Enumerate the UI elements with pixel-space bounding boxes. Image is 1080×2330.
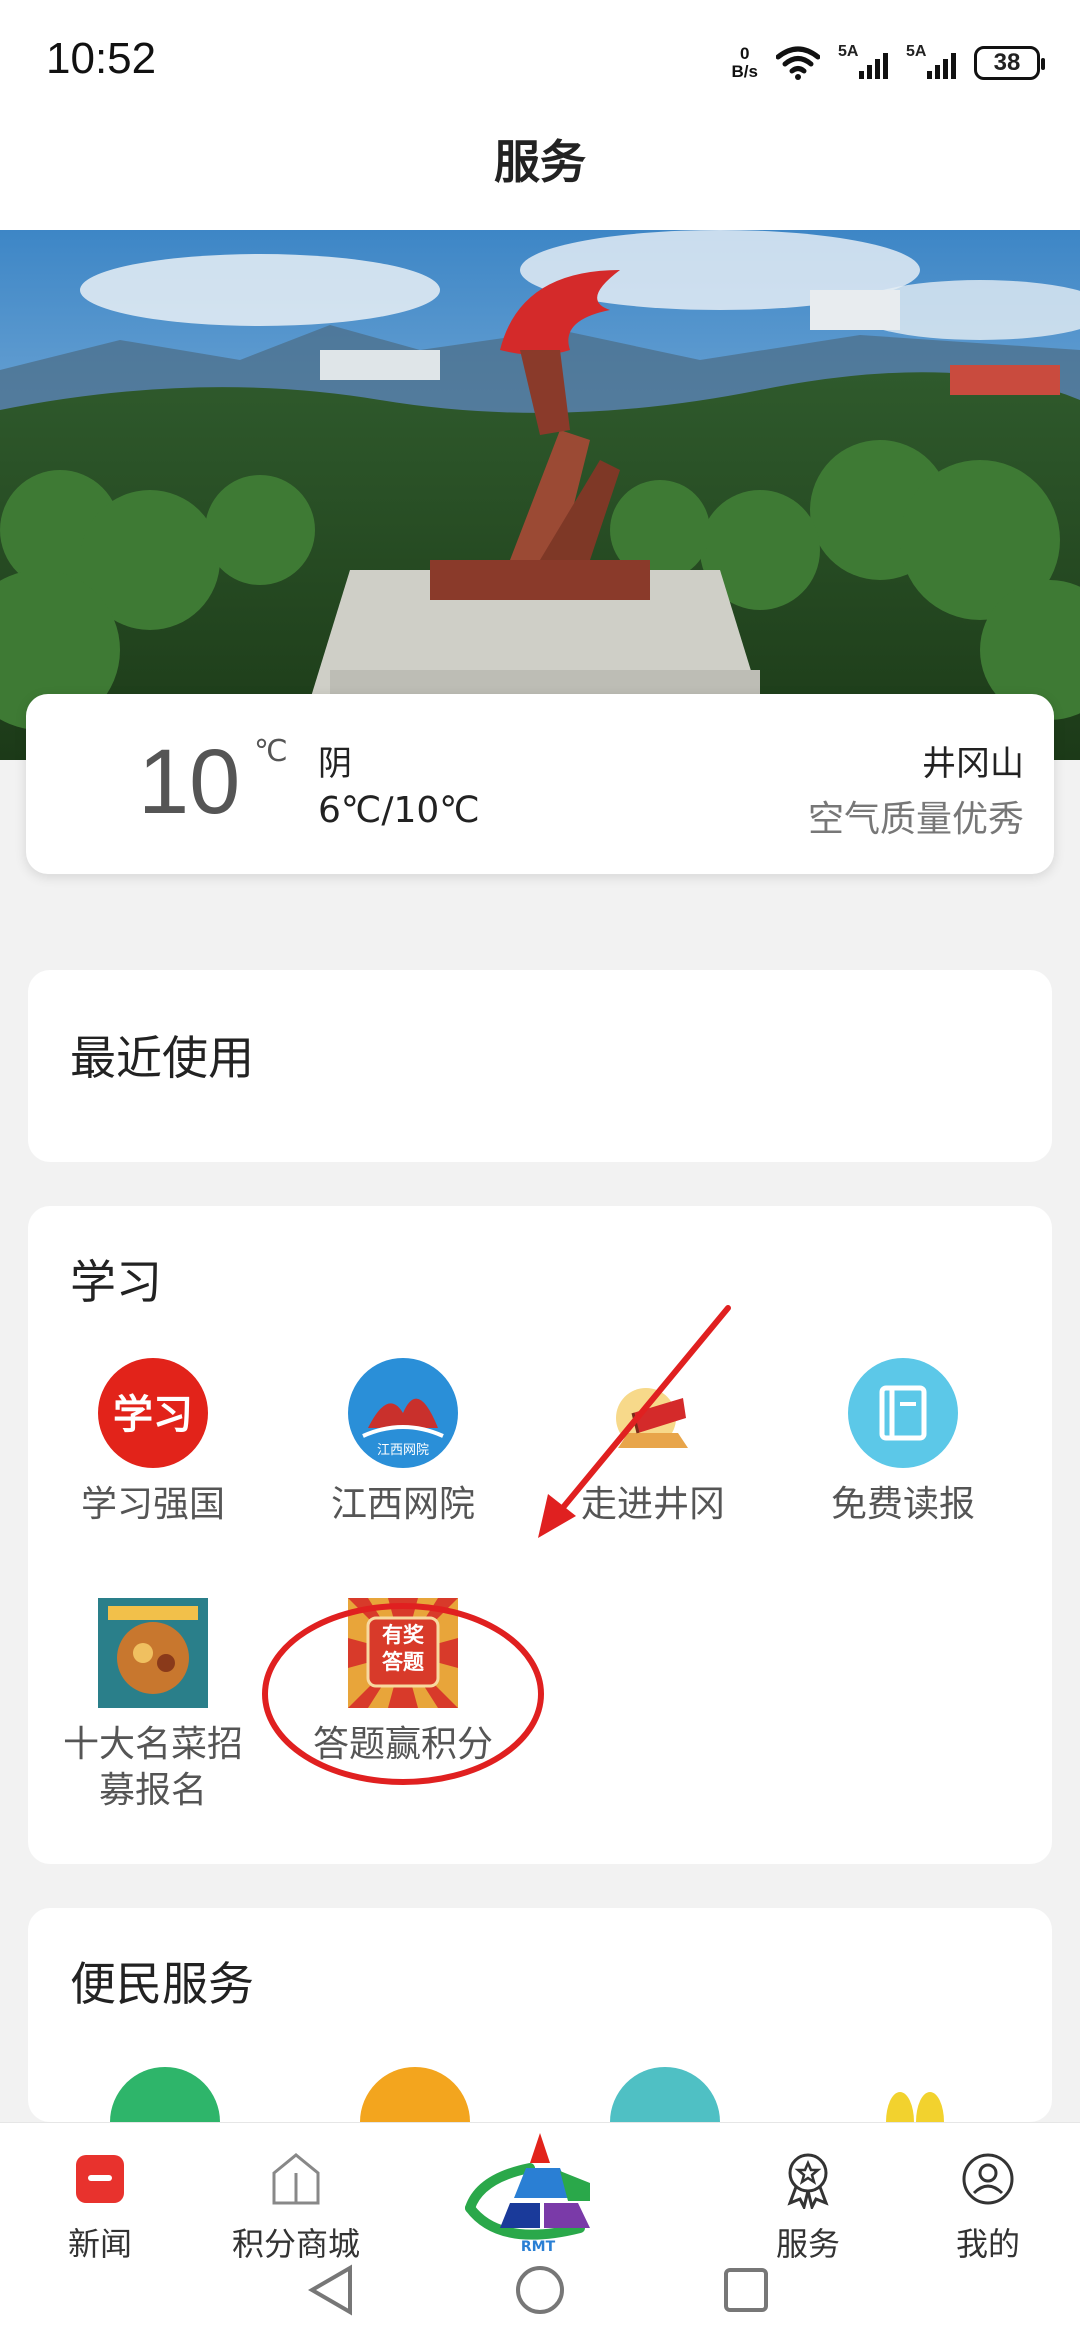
service-icon (778, 2149, 838, 2212)
convenience-title: 便民服务 (70, 1957, 254, 2011)
wifi-icon (776, 46, 820, 80)
study-section: 学习 学习 学习强国 江西网院 江西网院 走进井冈 免费读报 十大名菜招募报名 (28, 1206, 1052, 1864)
convenience-icon-4a (886, 2092, 914, 2122)
battery-icon: 38 (974, 46, 1045, 80)
convenience-icon-1 (110, 2067, 220, 2122)
nav-item-service[interactable]: 服务 (708, 2123, 908, 2265)
profile-icon (958, 2149, 1018, 2209)
temperature-range: 6℃/10℃ (318, 790, 480, 831)
hero-image (0, 230, 1080, 760)
city-name: 井冈山 (922, 744, 1024, 784)
weather-card[interactable]: 10 ℃ 阴 6℃/10℃ 井冈山 空气质量优秀 (26, 694, 1054, 874)
nav-item-news[interactable]: 新闻 (0, 2123, 200, 2265)
status-bar: 10:52 0 B/s 5A 5A 38 (0, 0, 1080, 120)
nav-item-profile[interactable]: 我的 (888, 2123, 1080, 2265)
convenience-icons-peek (110, 2067, 944, 2122)
current-temperature: 10 (138, 731, 241, 833)
annotation-arrow-line (553, 1305, 731, 1519)
recent-title: 最近使用 (70, 1031, 254, 1085)
points-mall-icon (266, 2149, 326, 2209)
news-icon (70, 2149, 130, 2209)
nav-item-rmt-center[interactable]: RMT (440, 2123, 640, 2267)
net-speed-indicator: 0 B/s (731, 44, 758, 81)
convenience-icon-3 (610, 2067, 720, 2122)
convenience-icon-4b (916, 2092, 944, 2122)
signal-sim1-icon: 5A (838, 43, 888, 83)
rmt-logo-icon: RMT (465, 2133, 590, 2255)
temperature-unit: ℃ (254, 734, 288, 769)
annotation-circle (262, 1603, 544, 1785)
recent-section: 最近使用 (28, 970, 1052, 1162)
page-title: 服务 (494, 135, 586, 189)
recents-icon[interactable] (724, 2268, 768, 2312)
page-header: 服务 (0, 120, 1080, 230)
weather-condition: 阴 (318, 744, 352, 784)
home-icon[interactable] (516, 2266, 564, 2314)
status-time: 10:52 (46, 34, 157, 83)
air-quality: 空气质量优秀 (807, 799, 1024, 840)
annotation-overlay (262, 1305, 731, 1785)
system-navigation-bar (0, 2250, 1080, 2330)
status-icons: 0 B/s 5A 5A 38 (731, 38, 1045, 88)
convenience-section: 便民服务 (28, 1908, 1052, 2122)
convenience-icon-2 (360, 2067, 470, 2122)
signal-sim2-icon: 5A (906, 43, 956, 83)
hero-banner[interactable] (0, 230, 1080, 760)
back-icon[interactable] (308, 2264, 352, 2316)
nav-item-points-mall[interactable]: 积分商城 (196, 2123, 396, 2265)
